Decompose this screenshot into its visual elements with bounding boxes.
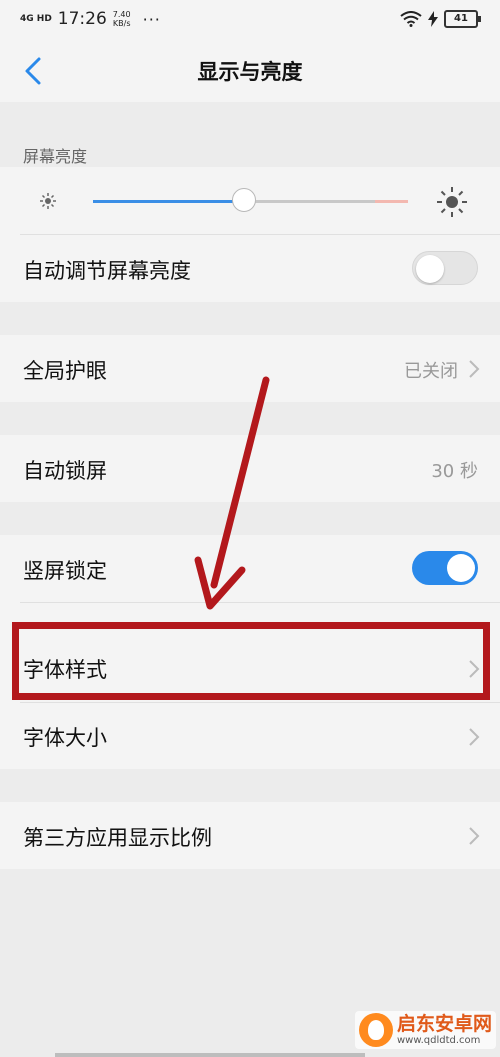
- wifi-icon: [400, 11, 422, 27]
- status-bar: 4G HD 17:26 7.40 KB/s ··· 41: [0, 0, 500, 40]
- watermark: 启东安卓网 www.qdldtd.com: [354, 1011, 496, 1049]
- toggle-knob: [416, 255, 444, 283]
- battery-icon: 41: [444, 10, 481, 28]
- more-notifications-icon: ···: [142, 9, 161, 29]
- third-party-ratio-label: 第三方应用显示比例: [23, 826, 212, 850]
- third-party-ratio-row[interactable]: 第三方应用显示比例: [0, 802, 500, 869]
- auto-brightness-toggle[interactable]: [412, 251, 478, 285]
- eye-protection-value: 已关闭: [404, 361, 458, 382]
- chevron-right-icon: [469, 360, 480, 378]
- watermark-url: www.qdldtd.com: [396, 1034, 481, 1046]
- status-time: 17:26: [57, 9, 107, 29]
- portrait-lock-toggle[interactable]: [412, 551, 478, 585]
- network-indicator: 4G HD: [20, 13, 52, 24]
- auto-brightness-label: 自动调节屏幕亮度: [23, 259, 191, 283]
- speed-unit: KB/s: [112, 19, 131, 28]
- app-header: 显示与亮度: [0, 40, 500, 102]
- divider: [20, 234, 500, 235]
- brightness-section-label: 屏幕亮度: [23, 147, 88, 166]
- divider: [20, 702, 500, 703]
- charging-icon: [428, 11, 438, 27]
- brightness-slider-fill: [93, 200, 244, 203]
- network-speed: 7.40 KB/s: [113, 10, 131, 28]
- toggle-knob: [447, 554, 475, 582]
- portrait-lock-label: 竖屏锁定: [23, 559, 107, 583]
- eye-protection-label: 全局护眼: [23, 359, 107, 383]
- chevron-right-icon: [469, 728, 480, 746]
- brightness-low-icon: [40, 193, 56, 209]
- auto-lock-value: 30 秒: [431, 461, 478, 482]
- watermark-name: 启东安卓网: [396, 1013, 492, 1036]
- watermark-logo-icon: [358, 1013, 393, 1047]
- brightness-slider-thumb[interactable]: [232, 188, 256, 212]
- bottom-divider: [55, 1053, 365, 1057]
- auto-lock-label: 自动锁屏: [23, 459, 107, 483]
- annotation-arrow-icon: [194, 376, 270, 610]
- speed-value: 7.40: [112, 10, 131, 19]
- font-size-label: 字体大小: [23, 726, 107, 750]
- page-title: 显示与亮度: [197, 60, 303, 84]
- brightness-slider-tail: [375, 200, 408, 203]
- chevron-right-icon: [469, 827, 480, 845]
- brightness-high-icon: [437, 187, 467, 217]
- annotation-highlight-box: [12, 622, 490, 700]
